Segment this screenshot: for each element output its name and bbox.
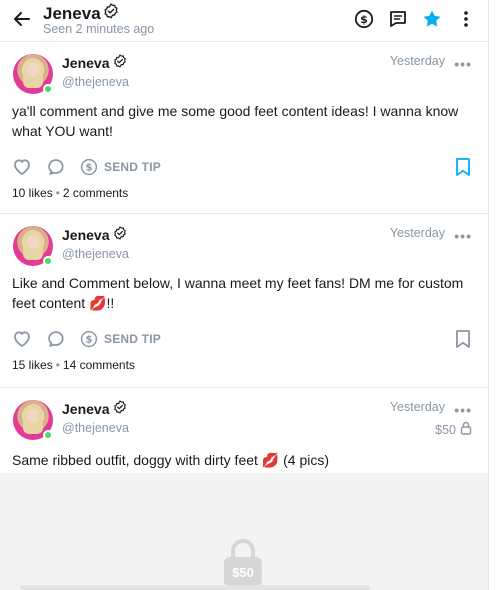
comment-icon[interactable] [46, 329, 66, 349]
verified-icon [113, 54, 127, 71]
post-actions: $ SEND TIP [12, 329, 161, 349]
price-label: $50 [435, 422, 456, 437]
top-bar: Jeneva Seen 2 minutes ago $ [0, 0, 488, 42]
dollar-icon: $ [80, 158, 98, 176]
dollar-icon: $ [80, 330, 98, 348]
last-seen: Seen 2 minutes ago [43, 22, 155, 36]
scroll-gutter[interactable] [488, 0, 500, 590]
send-tip-button[interactable]: $ SEND TIP [80, 330, 161, 348]
bookmark-icon[interactable] [454, 157, 472, 177]
post-handle[interactable]: @thejeneva [62, 421, 129, 435]
comment-icon[interactable] [46, 157, 66, 177]
more-vertical-icon[interactable] [456, 9, 476, 29]
post-text: ya'll comment and give me some good feet… [12, 103, 459, 139]
post-handle[interactable]: @thejeneva [62, 75, 129, 89]
svg-text:$: $ [360, 13, 368, 26]
post-handle[interactable]: @thejeneva [62, 247, 129, 261]
post: Jeneva @thejeneva Yesterday ••• $50 Same… [0, 388, 488, 473]
more-horizontal-icon[interactable]: ••• [454, 56, 472, 72]
post-author[interactable]: Jeneva [62, 400, 127, 417]
back-arrow-icon[interactable] [12, 9, 32, 29]
heart-icon[interactable] [12, 329, 32, 349]
locked-price: $50 [232, 564, 254, 580]
svg-text:$: $ [85, 335, 92, 346]
online-indicator [43, 84, 53, 94]
post-author-name[interactable]: Jeneva [62, 401, 109, 417]
more-horizontal-icon[interactable]: ••• [454, 228, 472, 244]
post: Jeneva @thejeneva Yesterday ••• ya'll co… [0, 42, 488, 214]
post-author[interactable]: Jeneva [62, 54, 127, 71]
send-tip-label[interactable]: SEND TIP [104, 332, 161, 346]
star-icon[interactable] [422, 9, 442, 29]
comments-count[interactable]: 2 comments [63, 186, 128, 200]
comments-count[interactable]: 14 comments [63, 358, 135, 372]
unlock-bar [20, 585, 370, 590]
post-author[interactable]: Jeneva [62, 226, 127, 243]
lock-icon: $50 [224, 539, 262, 590]
send-tip-label[interactable]: SEND TIP [104, 160, 161, 174]
post-actions: $ SEND TIP [12, 157, 161, 177]
bookmark-icon[interactable] [454, 329, 472, 349]
post-author-name[interactable]: Jeneva [62, 55, 109, 71]
post-time: Yesterday [389, 400, 445, 414]
heart-icon[interactable] [12, 157, 32, 177]
locked-media[interactable]: $50 [0, 473, 488, 590]
post-time: Yesterday [389, 226, 445, 240]
svg-text:$: $ [85, 163, 92, 174]
profile-name[interactable]: Jeneva [43, 3, 119, 24]
verified-icon [103, 3, 119, 24]
profile-name-text[interactable]: Jeneva [43, 4, 101, 24]
chat-view: Jeneva Seen 2 minutes ago $ Jeneva @thej… [0, 0, 488, 590]
lock-icon [460, 421, 472, 438]
verified-icon [113, 400, 127, 417]
likes-count[interactable]: 10 likes [12, 186, 53, 200]
chat-note-icon[interactable] [388, 9, 408, 29]
likes-count[interactable]: 15 likes [12, 358, 53, 372]
online-indicator [43, 430, 53, 440]
post-time: Yesterday [389, 54, 445, 68]
post-text: Same ribbed outfit, doggy with dirty fee… [12, 452, 330, 468]
post-author-name[interactable]: Jeneva [62, 227, 109, 243]
verified-icon [113, 226, 127, 243]
post-stats: 15 likes • 14 comments [12, 358, 135, 372]
post: Jeneva @thejeneva Yesterday ••• Like and… [0, 214, 488, 388]
online-indicator [43, 256, 53, 266]
dollar-icon[interactable]: $ [354, 9, 374, 29]
post-text: Like and Comment below, I wanna meet my … [12, 275, 464, 311]
more-horizontal-icon[interactable]: ••• [454, 402, 472, 418]
header-actions: $ [354, 9, 476, 29]
send-tip-button[interactable]: $ SEND TIP [80, 158, 161, 176]
post-price: $50 [435, 421, 472, 438]
post-stats: 10 likes • 2 comments [12, 186, 129, 200]
